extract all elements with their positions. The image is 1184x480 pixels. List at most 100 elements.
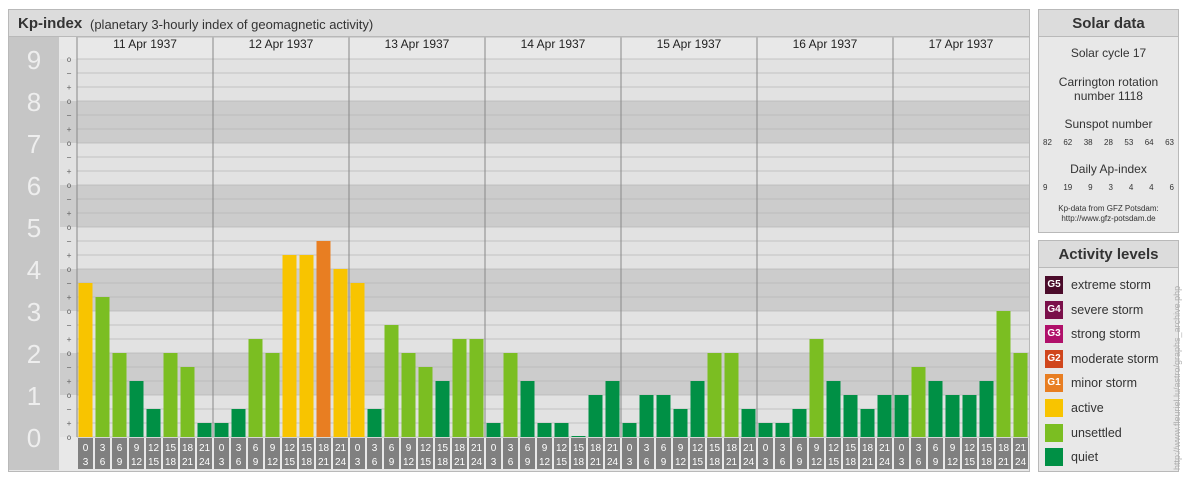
time-start-label: 15 bbox=[437, 443, 449, 454]
time-start-label: 6 bbox=[253, 443, 259, 454]
time-start-label: 21 bbox=[1015, 443, 1027, 454]
time-start-label: 3 bbox=[508, 443, 514, 454]
minor-tick-symbol: − bbox=[67, 237, 72, 246]
time-start-label: 12 bbox=[692, 443, 704, 454]
minor-tick-symbol: − bbox=[67, 279, 72, 288]
y-axis-label: 9 bbox=[27, 45, 41, 75]
kp-bar bbox=[996, 311, 1011, 437]
time-start-label: 15 bbox=[165, 443, 177, 454]
kp-bar bbox=[469, 339, 484, 437]
legend-swatch: G5 bbox=[1045, 276, 1063, 294]
time-start-label: 0 bbox=[491, 443, 497, 454]
time-end-label: 18 bbox=[165, 457, 177, 468]
kp-bar bbox=[265, 353, 280, 437]
time-end-label: 6 bbox=[100, 457, 106, 468]
sunspot-value: 28 bbox=[1104, 138, 1113, 147]
time-start-label: 9 bbox=[134, 443, 140, 454]
time-end-label: 9 bbox=[253, 457, 259, 468]
minor-tick-symbol: + bbox=[67, 125, 72, 134]
ap-value: 9 bbox=[1043, 183, 1048, 192]
legend-swatch bbox=[1045, 399, 1063, 417]
time-start-label: 12 bbox=[148, 443, 160, 454]
time-end-label: 24 bbox=[1015, 457, 1027, 468]
time-end-label: 21 bbox=[998, 457, 1010, 468]
kp-band bbox=[60, 185, 1029, 227]
time-start-label: 12 bbox=[284, 443, 296, 454]
sunspot-value: 63 bbox=[1165, 138, 1174, 147]
time-start-label: 3 bbox=[780, 443, 786, 454]
time-start-label: 15 bbox=[981, 443, 993, 454]
kp-bar bbox=[520, 381, 535, 437]
time-start-label: 18 bbox=[726, 443, 738, 454]
legend-swatch: G4 bbox=[1045, 300, 1063, 319]
time-end-label: 24 bbox=[879, 457, 891, 468]
time-start-label: 21 bbox=[199, 443, 211, 454]
carrington-line2: number 1118 bbox=[1074, 89, 1143, 103]
solar-panel-title: Solar data bbox=[1039, 10, 1178, 37]
minor-tick-symbol: − bbox=[67, 69, 72, 78]
kp-band bbox=[60, 311, 1029, 353]
time-start-label: 9 bbox=[950, 443, 956, 454]
minor-tick-symbol: − bbox=[67, 195, 72, 204]
y-axis-label: 6 bbox=[27, 171, 41, 201]
kp-bar bbox=[1013, 353, 1028, 437]
time-end-label: 3 bbox=[491, 457, 497, 468]
time-start-label: 6 bbox=[933, 443, 939, 454]
minor-tick-symbol: o bbox=[67, 307, 72, 316]
minor-tick-symbol: − bbox=[67, 405, 72, 414]
minor-tick-symbol: + bbox=[67, 293, 72, 302]
ap-value: 4 bbox=[1128, 183, 1134, 192]
day-label: 16 Apr 1937 bbox=[793, 37, 858, 51]
kp-bar bbox=[384, 324, 399, 437]
kp-bar bbox=[707, 353, 722, 437]
time-start-label: 12 bbox=[964, 443, 976, 454]
minor-tick-symbol: o bbox=[67, 223, 72, 232]
time-start-label: 18 bbox=[590, 443, 602, 454]
legend-swatch bbox=[1045, 448, 1063, 467]
legend-swatch: G1 bbox=[1045, 374, 1063, 393]
legend-item: quiet bbox=[1045, 448, 1098, 467]
legend-item: G5 extreme storm bbox=[1045, 276, 1151, 294]
time-start-label: 0 bbox=[83, 443, 89, 454]
source-line2: http://www.gfz-potsdam.de bbox=[1061, 214, 1156, 223]
kp-bar bbox=[911, 366, 926, 437]
kp-bar bbox=[554, 423, 569, 437]
time-end-label: 15 bbox=[828, 457, 840, 468]
minor-tick-symbol: o bbox=[67, 433, 72, 442]
day-label: 15 Apr 1937 bbox=[657, 37, 722, 51]
minor-tick-symbol: o bbox=[67, 265, 72, 274]
time-end-label: 18 bbox=[301, 457, 313, 468]
time-end-label: 21 bbox=[590, 457, 602, 468]
sunspot-title: Sunspot number bbox=[1064, 117, 1153, 131]
kp-band bbox=[60, 59, 1029, 101]
time-end-label: 3 bbox=[83, 457, 89, 468]
ap-value: 6 bbox=[1169, 183, 1174, 192]
kp-bar bbox=[537, 423, 552, 437]
time-start-label: 18 bbox=[862, 443, 874, 454]
time-end-label: 6 bbox=[236, 457, 242, 468]
kp-bar bbox=[248, 339, 263, 437]
solar-cycle: Solar cycle 17 bbox=[1070, 46, 1147, 60]
source-line1: Kp-data from GFZ Potsdam: bbox=[1058, 204, 1159, 213]
kp-bar bbox=[78, 282, 93, 437]
time-end-label: 15 bbox=[556, 457, 568, 468]
kp-bar bbox=[979, 381, 994, 437]
time-end-label: 15 bbox=[420, 457, 432, 468]
time-end-label: 21 bbox=[726, 457, 738, 468]
time-start-label: 9 bbox=[542, 443, 548, 454]
time-end-label: 12 bbox=[131, 457, 143, 468]
sunspot-value: 62 bbox=[1063, 138, 1073, 147]
legend-item: G2 moderate storm bbox=[1045, 349, 1159, 368]
y-axis-label: 7 bbox=[27, 129, 41, 159]
time-end-label: 24 bbox=[471, 457, 483, 468]
time-end-label: 9 bbox=[797, 457, 803, 468]
minor-tick-symbol: − bbox=[67, 111, 72, 120]
minor-tick-symbol: o bbox=[67, 97, 72, 106]
time-start-label: 9 bbox=[270, 443, 276, 454]
time-end-label: 12 bbox=[811, 457, 823, 468]
time-start-label: 9 bbox=[406, 443, 412, 454]
kp-bar bbox=[231, 408, 246, 437]
kp-bar bbox=[588, 395, 603, 437]
y-axis-label: 1 bbox=[27, 381, 41, 411]
kp-bar bbox=[95, 297, 110, 437]
